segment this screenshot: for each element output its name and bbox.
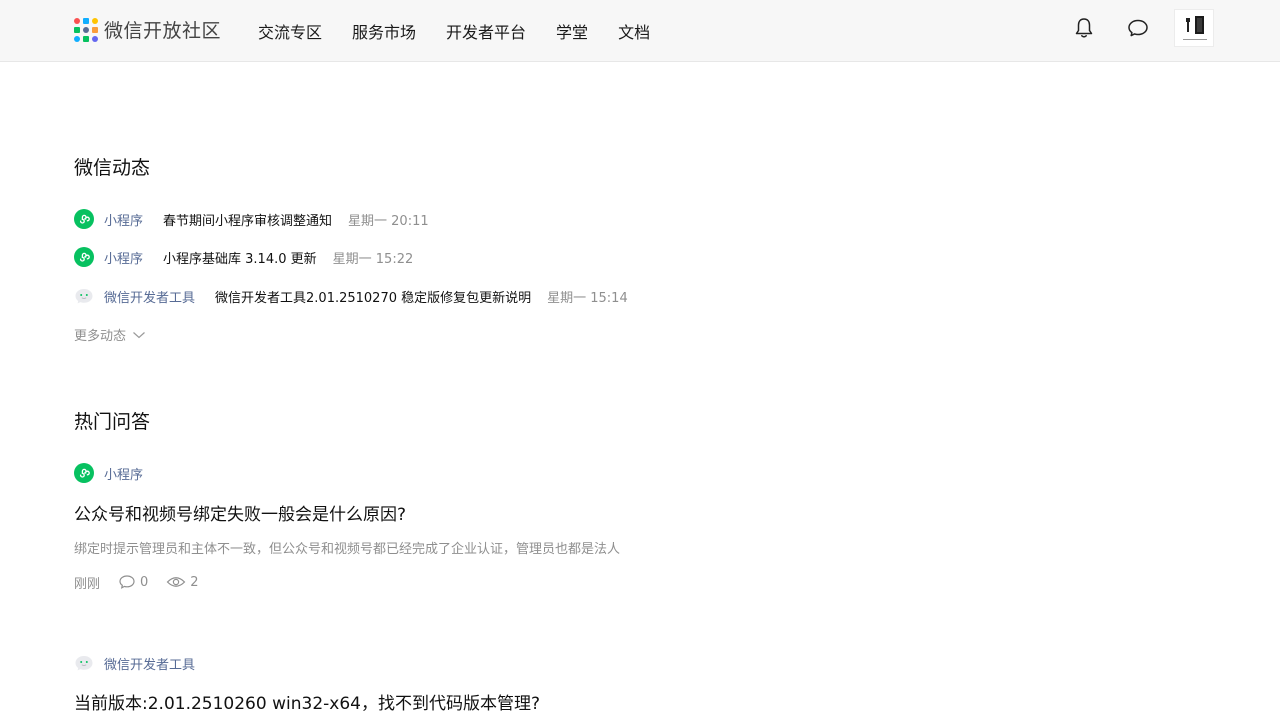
message-icon[interactable]: [1126, 16, 1150, 40]
comment-count[interactable]: 0: [118, 574, 148, 590]
qa-title[interactable]: 当前版本:2.01.2510260 win32-x64，找不到代码版本管理?: [74, 689, 540, 714]
bell-icon[interactable]: [1072, 16, 1096, 40]
main-nav: 交流专区 服务市场 开发者平台 学堂 文档: [258, 0, 680, 62]
comment-icon: [119, 575, 135, 589]
news-title[interactable]: 微信开发者工具2.01.2510270 稳定版修复包更新说明: [215, 287, 531, 306]
qa-time: 刚刚: [74, 576, 101, 592]
devtools-icon: [75, 656, 93, 671]
nav-item-exchange[interactable]: 交流专区: [258, 19, 322, 43]
nav-item-developer-platform[interactable]: 开发者平台: [446, 19, 526, 43]
news-category-label[interactable]: 微信开发者工具: [104, 287, 195, 306]
logo-text: 微信开放社区: [104, 20, 222, 42]
top-navigation-bar: 微信开放社区 交流专区 服务市场 开发者平台 学堂 文档: [0, 0, 1280, 62]
logo-dot: [83, 17, 89, 24]
view-count-value: 2: [190, 574, 199, 590]
logo-dot: [74, 35, 80, 42]
chevron-down-icon: [133, 331, 145, 338]
site-logo[interactable]: 微信开放社区: [74, 16, 221, 43]
news-category-label[interactable]: 小程序: [104, 248, 143, 267]
section-title-qa: 热门问答: [74, 411, 151, 433]
logo-dot: [74, 26, 80, 33]
logo-dot: [92, 17, 98, 24]
news-time: 星期一 15:22: [332, 251, 414, 267]
news-title[interactable]: 春节期间小程序审核调整通知: [163, 210, 332, 229]
qa-title[interactable]: 公众号和视频号绑定失败一般会是什么原因?: [74, 500, 406, 525]
eye-icon: [166, 577, 186, 587]
qa-category-label[interactable]: 微信开发者工具: [104, 654, 195, 673]
news-item[interactable]: 小程序 春节期间小程序审核调整通知 星期一 20:11: [74, 208, 429, 230]
qa-category-label[interactable]: 小程序: [104, 464, 143, 483]
logo-dot: [92, 26, 98, 33]
mini-program-icon: [74, 247, 94, 267]
logo-dot: [83, 26, 89, 33]
comment-count-value: 0: [140, 574, 149, 590]
logo-dot: [83, 35, 89, 42]
news-title[interactable]: 小程序基础库 3.14.0 更新: [163, 248, 317, 267]
logo-dot: [92, 35, 98, 42]
logo-dot: [74, 17, 80, 24]
mini-program-icon: [74, 209, 94, 229]
qa-description: 绑定时提示管理员和主体不一致，但公众号和视频号都已经完成了企业认证，管理员也都是…: [74, 542, 621, 557]
news-time: 星期一 15:14: [547, 290, 628, 306]
nav-item-docs[interactable]: 文档: [618, 19, 650, 43]
news-time: 星期一 20:11: [348, 213, 429, 229]
news-category-label[interactable]: 小程序: [104, 210, 143, 229]
news-item[interactable]: 微信开发者工具 微信开发者工具2.01.2510270 稳定版修复包更新说明 星…: [74, 285, 628, 307]
devtools-icon: [75, 289, 93, 304]
qa-category[interactable]: 微信开发者工具: [74, 652, 195, 674]
section-title-news: 微信动态: [74, 157, 151, 179]
avatar-image: [1175, 10, 1213, 46]
more-news-label: 更多动态: [74, 329, 127, 344]
logo-icon: [74, 17, 98, 42]
news-item[interactable]: 小程序 小程序基础库 3.14.0 更新 星期一 15:22: [74, 246, 413, 268]
mini-program-icon: [74, 463, 94, 483]
more-news-link[interactable]: 更多动态: [74, 325, 146, 344]
view-count: 2: [166, 574, 199, 590]
nav-item-service-market[interactable]: 服务市场: [352, 19, 416, 43]
qa-meta: 刚刚 0 2: [74, 572, 199, 592]
user-avatar[interactable]: [1174, 9, 1214, 47]
nav-item-academy[interactable]: 学堂: [556, 19, 588, 43]
qa-category[interactable]: 小程序: [74, 462, 143, 484]
